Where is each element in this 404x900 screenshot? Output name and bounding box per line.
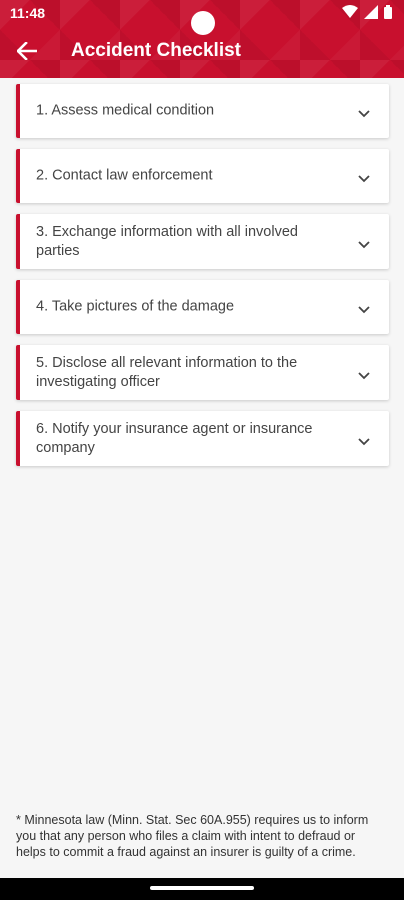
checklist-item-5[interactable]: 5. Disclose all relevant information to …: [16, 345, 389, 400]
chevron-down-icon: [357, 106, 371, 118]
back-button[interactable]: [12, 38, 42, 68]
checklist-item-label: 1. Assess medical condition: [36, 102, 215, 119]
checklist: 1. Assess medical condition 2. Contact l…: [16, 84, 389, 477]
checklist-item-label: 6. Notify your insurance agent or insura…: [36, 420, 313, 456]
chevron-down-icon: [357, 171, 371, 183]
checklist-item-2[interactable]: 2. Contact law enforcement: [16, 149, 389, 203]
checklist-item-label: 5. Disclose all relevant information to …: [36, 354, 298, 390]
battery-icon: [384, 5, 392, 19]
signal-icon: [364, 5, 378, 19]
status-time: 11:48: [10, 5, 46, 21]
checklist-item-4[interactable]: 4. Take pictures of the damage: [16, 280, 389, 334]
checklist-item-label: 3. Exchange information with all involve…: [36, 223, 298, 259]
legal-footnote: * Minnesota law (Minn. Stat. Sec 60A.955…: [16, 813, 369, 859]
chevron-down-icon: [357, 434, 371, 445]
page-title: Accident Checklist: [71, 40, 241, 61]
chevron-down-icon: [357, 302, 371, 314]
checklist-item-6[interactable]: 6. Notify your insurance agent or insura…: [16, 411, 389, 466]
app-bar: Accident Checklist: [0, 26, 404, 78]
chevron-down-icon: [357, 237, 371, 248]
checklist-item-1[interactable]: 1. Assess medical condition: [16, 84, 389, 138]
navigation-bar: [0, 878, 404, 900]
header: 11:48 Accident Checklist: [0, 0, 404, 78]
checklist-item-label: 4. Take pictures of the damage: [36, 298, 235, 315]
chevron-down-icon: [357, 368, 371, 379]
wifi-icon: [342, 5, 358, 19]
status-bar: 11:48: [0, 0, 404, 35]
checklist-item-3[interactable]: 3. Exchange information with all involve…: [16, 214, 389, 269]
arrow-left-icon: [16, 40, 38, 65]
checklist-item-label: 2. Contact law enforcement: [36, 167, 213, 184]
home-gesture-handle[interactable]: [150, 886, 254, 890]
status-icons: [342, 5, 392, 19]
